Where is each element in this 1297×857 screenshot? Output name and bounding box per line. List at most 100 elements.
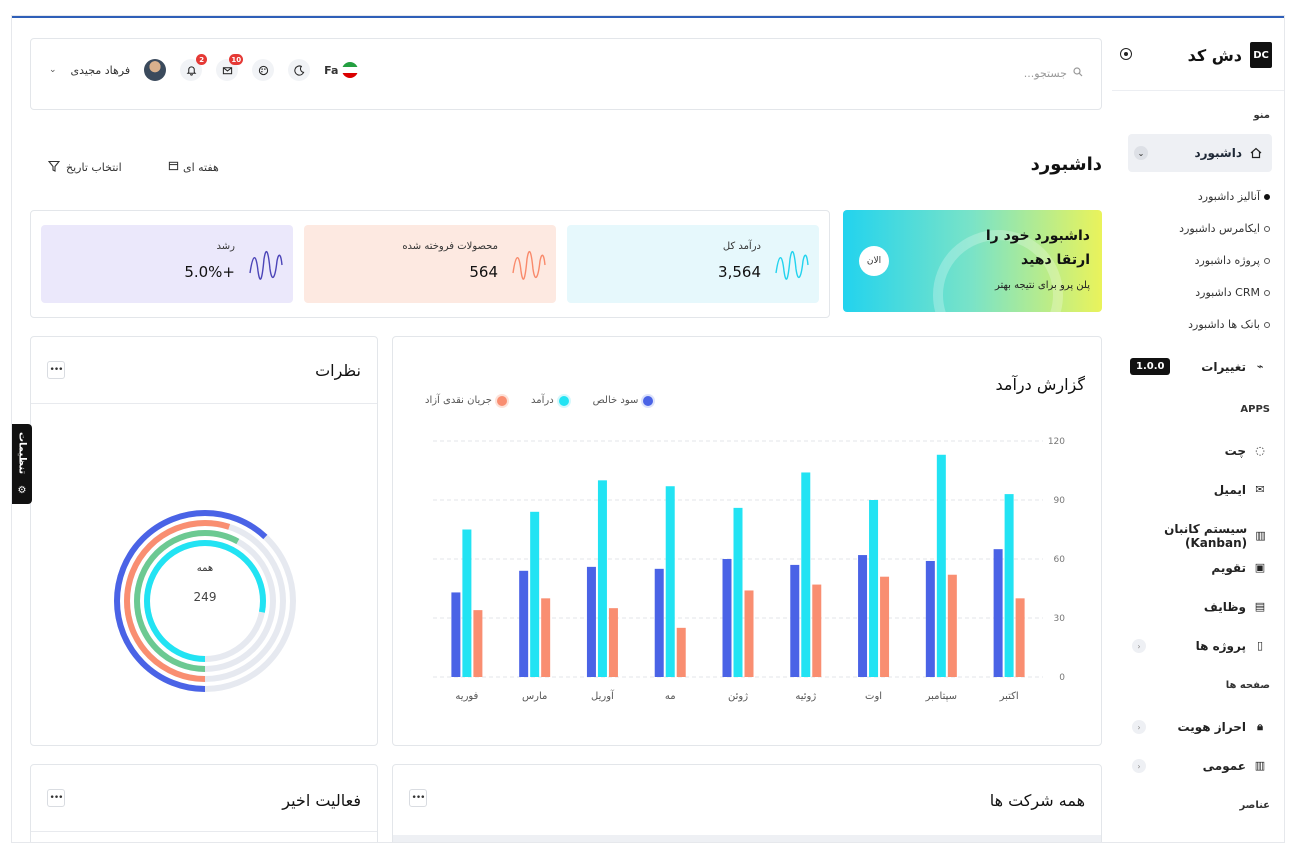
recent-activity-card: فعالیت اخیر ••• [30,764,378,842]
sidebar-item-label: وظایف [1203,600,1246,614]
bell-icon[interactable]: 2 [180,54,208,81]
sparkline [512,250,546,280]
sidebar-divider [1112,90,1284,91]
columns-icon: ▥ [1255,529,1266,542]
search-input[interactable]: جستجو... [1024,67,1083,80]
avatar[interactable] [144,59,167,81]
x-tick-label: مه [665,691,676,702]
sparkline-icon [249,250,283,280]
y-tick-label: 30 [1054,614,1066,624]
settings-drawer-tab[interactable]: تنظیمات ⚙ [12,424,32,504]
top-header: جستجو... ⌄ فرهاد مجیدی 2 10 Fa [30,38,1102,110]
trend-icon: ⌁ [1256,360,1264,373]
radial-center-value: 249 [194,590,217,604]
sidebar-subitem-label: پروژه داشبورد [1194,254,1260,267]
sidebar-item-chat[interactable]: ◌ چت [1225,444,1266,458]
sidebar-item-label: سیستم کانبان (Kanban) [1164,522,1248,550]
active-dot-icon [1264,193,1270,200]
stat-label: رشد [216,241,235,252]
chevron-left-icon[interactable]: ‹ [1132,720,1146,734]
stat-value: 3,564 [718,263,761,281]
palette-icon[interactable] [252,59,275,81]
x-tick-label: ژوئن [728,691,748,702]
upgrade-subtitle: پلن پرو برای نتیجه بهتر [994,280,1090,291]
pages-section-title: صفحه ها [1225,680,1270,691]
week-filter-label: هفته ای [183,160,219,174]
dot-icon [1264,225,1270,232]
more-options-icon[interactable]: ••• [47,789,65,807]
language-code: Fa [324,63,339,77]
chevron-down-icon[interactable]: ⌄ [49,65,57,75]
bar-revenue [869,500,879,677]
chat-icon: ◌ [1255,444,1265,457]
sidebar-item-dashboard[interactable]: داشبورد ⌄ [1128,134,1272,172]
sidebar-item-general[interactable]: ▥ عمومی [1203,759,1266,773]
bar-cashflow [473,610,483,677]
bar-net-profit [993,549,1003,677]
chevron-down-icon[interactable]: ⌄ [1134,146,1148,160]
bar-revenue [733,507,743,677]
dot-icon [1264,289,1270,296]
filter-icon [47,160,61,175]
y-tick-label: 120 [1048,437,1065,447]
sidebar-item-label: احراز هویت [1177,720,1246,734]
bar-revenue [665,486,675,677]
dot-icon [1264,257,1270,264]
comments-card: نظرات ••• همه 249 [30,336,378,746]
sidebar-item-changelog[interactable]: ⌁ تغییرات [1201,360,1266,374]
search-icon [1073,67,1083,80]
x-tick-label: اوت [865,691,882,702]
moon-icon[interactable] [288,59,311,81]
apps-section-title: APPS [1240,404,1270,415]
sidebar-subitem-crm[interactable]: CRM داشبورد [1195,286,1270,299]
sidebar-item-email[interactable]: ✉ ایمیل [1214,483,1266,497]
date-filter-button[interactable]: انتخاب تاریخ [47,160,122,175]
chevron-left-icon[interactable]: ‹ [1132,639,1146,653]
bar-revenue [801,472,811,677]
user-name[interactable]: فرهاد مجیدی [71,64,131,77]
revenue-bar-chart: 0 30 60 90 120 اکتبر سپتامبر اوت ژوئیه ژوئن مه آوری… [433,437,1066,702]
bar-net-profit [451,592,461,677]
chevron-left-icon[interactable]: ‹ [1132,759,1146,773]
upgrade-title: داشبورد خود را ارتقا دهید [985,228,1090,268]
y-tick-label: 60 [1054,555,1066,565]
x-tick-label: فوریه [455,691,478,702]
bar-cashflow [880,576,890,677]
sidebar-item-label: چت [1224,444,1246,458]
clipboard-icon: ▤ [1254,600,1266,613]
sidebar-subitem-analytics[interactable]: آنالیز داشبورد [1198,190,1270,203]
sidebar-item-auth[interactable]: 🔒︎ احراز هویت [1178,720,1266,734]
language-selector[interactable]: Fa [324,62,359,78]
brand-name: دش کد [1187,45,1242,65]
sidebar-toggle-icon[interactable] [1120,48,1132,60]
page-title: داشبورد [1030,154,1102,175]
upgrade-now-button[interactable]: الان [859,246,889,276]
more-options-icon[interactable]: ••• [409,789,427,807]
elements-section-title: عناصر [1239,800,1270,811]
sidebar-subitem-label: آنالیز داشبورد [1197,190,1260,203]
sidebar-subitem-ecommerce[interactable]: ایکامرس داشبورد [1179,222,1270,235]
bar-cashflow [541,598,551,677]
sidebar-subitem-label: بانک ها داشبورد [1188,318,1260,331]
gear-icon: ⚙ [17,485,27,496]
bar-net-profit [858,555,868,677]
sidebar-item-projects[interactable]: ▯ پروژه ها [1196,639,1266,653]
x-tick-label: اکتبر [999,691,1019,702]
sparkline-icon [775,250,809,280]
brand-logo[interactable]: DC دش کد [1188,42,1272,68]
bar-cashflow [947,574,957,677]
lock-icon: 🔒︎ [1257,720,1263,733]
sidebar-subitem-banking[interactable]: بانک ها داشبورد [1188,318,1270,331]
sidebar-item-label: تقویم [1211,561,1246,575]
sidebar-item-label: عمومی [1202,759,1246,773]
sidebar-item-calendar[interactable]: ▣ تقویم [1211,561,1266,575]
bar-net-profit [925,560,935,677]
card-title: فعالیت اخیر [282,791,361,810]
sidebar-item-kanban[interactable]: ▥ سیستم کانبان (Kanban) [1112,522,1266,550]
mail-icon[interactable]: 10 [216,54,244,81]
dot-icon [1264,321,1270,328]
week-filter-button[interactable]: هفته ای [168,160,219,174]
sidebar-subitem-project[interactable]: پروژه داشبورد [1195,254,1270,267]
sidebar-item-tasks[interactable]: ▤ وظایف [1204,600,1266,614]
bar-net-profit [519,570,529,677]
